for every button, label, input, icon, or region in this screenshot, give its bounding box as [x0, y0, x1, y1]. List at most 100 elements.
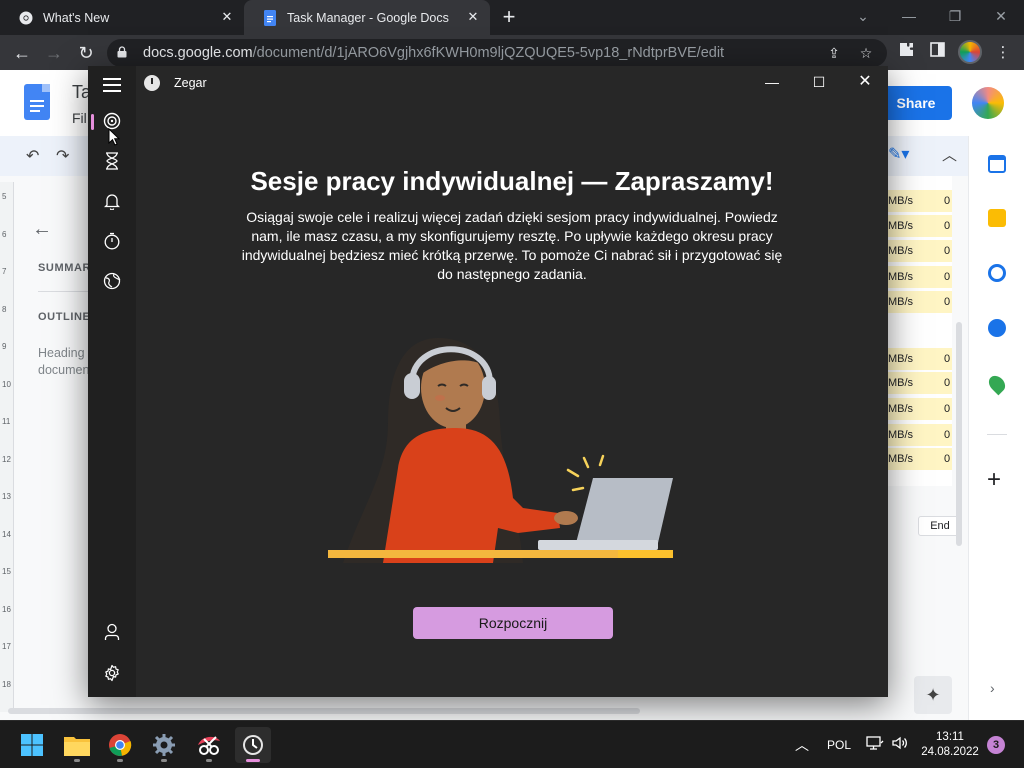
windows-start-icon[interactable]: [14, 727, 50, 763]
rate-unit: MB/s: [888, 453, 914, 465]
share-page-icon[interactable]: ⇪: [825, 44, 843, 62]
collapse-menus-icon[interactable]: ︿: [942, 144, 957, 165]
close-window-icon[interactable]: ✕: [978, 4, 1024, 28]
clock-app-window: Zegar — ☐ ✕ Sesje pracy indywidualnej — …: [88, 66, 888, 697]
settings-app-icon[interactable]: [146, 727, 182, 763]
stopwatch-icon[interactable]: [102, 231, 122, 251]
snipping-tool-icon[interactable]: [191, 727, 227, 763]
undo-icon[interactable]: ↶: [26, 146, 39, 166]
table-row: MB/s 0: [888, 240, 952, 262]
expand-panel-icon[interactable]: ›: [990, 680, 995, 696]
editing-mode-icon[interactable]: ✎▾: [888, 144, 909, 164]
language-indicator[interactable]: POL: [827, 738, 851, 752]
vertical-ruler: 5 6 7 8 9 10 11 12 13 14 15 16 17 18: [0, 182, 14, 712]
timer-icon[interactable]: [102, 151, 122, 171]
minimize-icon[interactable]: —: [886, 4, 932, 28]
back-icon[interactable]: ←: [11, 42, 33, 64]
account-avatar[interactable]: [972, 87, 1004, 119]
close-window-icon[interactable]: ✕: [850, 72, 880, 92]
tab-whats-new[interactable]: What's New ✕: [0, 0, 244, 35]
close-tab-icon[interactable]: ✕: [220, 10, 234, 24]
clock-nav-rail: [88, 66, 136, 697]
tab-title: Task Manager - Google Docs: [287, 10, 449, 25]
rate-value: 0: [944, 453, 951, 465]
maps-icon[interactable]: [985, 372, 1009, 396]
reload-icon[interactable]: ↻: [75, 42, 97, 64]
chrome-app-icon[interactable]: [102, 727, 138, 763]
network-icon[interactable]: [866, 734, 884, 755]
address-bar[interactable]: docs.google.com/document/d/1jARO6Vgjhx6f…: [107, 39, 887, 67]
active-nav-indicator: [91, 114, 94, 130]
table-row: MB/s 0: [888, 424, 952, 446]
contacts-icon[interactable]: [988, 319, 1006, 337]
file-explorer-icon[interactable]: [59, 727, 95, 763]
volume-icon[interactable]: [891, 734, 909, 755]
table-row: MB/s 0: [888, 266, 952, 288]
ruler-mark: 6: [2, 229, 7, 239]
show-hidden-icons[interactable]: ︿: [795, 735, 809, 755]
profile-avatar[interactable]: [958, 40, 982, 64]
calendar-icon[interactable]: [988, 155, 1006, 173]
outline-label: OUTLINE: [38, 311, 91, 323]
ruler-mark: 18: [2, 679, 11, 689]
ruler-mark: 16: [2, 604, 11, 614]
system-clock[interactable]: 13:11 24.08.2022: [918, 730, 982, 760]
tasks-icon[interactable]: [988, 264, 1006, 282]
intro-description: Osiągaj swoje cele i realizuj więcej zad…: [241, 209, 783, 282]
browser-tab-strip: What's New ✕ Task Manager - Google Docs …: [0, 0, 1024, 35]
document-outline-panel: ← SUMMAR OUTLINE Heading documen: [14, 182, 98, 712]
divider: [987, 434, 1007, 435]
new-tab-button[interactable]: +: [500, 6, 518, 28]
restore-icon[interactable]: ❐: [932, 4, 978, 28]
share-button[interactable]: Share: [880, 86, 952, 120]
side-panel-icon[interactable]: [926, 42, 948, 64]
ruler-mark: 9: [2, 342, 7, 351]
horizontal-scrollbar[interactable]: [8, 708, 640, 714]
settings-gear-icon[interactable]: [102, 663, 122, 683]
clock-title-bar: Zegar — ☐ ✕: [88, 66, 888, 98]
ruler-mark: 14: [2, 529, 11, 539]
clock-date: 24.08.2022: [921, 746, 979, 758]
outline-hint: documen: [38, 363, 90, 377]
account-icon[interactable]: [102, 622, 122, 642]
tab-task-manager-docs[interactable]: Task Manager - Google Docs ✕: [244, 0, 490, 35]
ruler-mark: 17: [2, 642, 11, 651]
start-session-button[interactable]: Rozpocznij: [413, 607, 613, 639]
table-row: MB/s 0: [888, 448, 952, 470]
focus-session-illustration: [328, 338, 673, 563]
world-clock-icon[interactable]: [102, 271, 122, 291]
rate-value: 0: [944, 245, 951, 257]
explore-icon[interactable]: ✦: [914, 676, 952, 714]
notification-badge[interactable]: 3: [987, 736, 1005, 754]
rate-value: 0: [944, 377, 951, 389]
clock-taskbar-icon[interactable]: [235, 727, 271, 763]
ruler-mark: 10: [2, 379, 11, 389]
minimize-icon[interactable]: —: [757, 72, 787, 92]
rate-value: 0: [944, 296, 951, 308]
rate-unit: MB/s: [888, 271, 914, 283]
document-table: MB/s 0 MB/s 0 MB/s 0 MB/s 0 MB/s 0 MB/s 0 MB/s 0 MB/s 0…: [888, 176, 952, 486]
chrome-icon: [18, 10, 34, 26]
workspace-side-panel: + ›: [968, 136, 1024, 720]
redo-icon[interactable]: ↷: [56, 146, 69, 166]
docs-logo-icon[interactable]: [24, 84, 50, 120]
page-title: Sesje pracy indywidualnej — Zapraszamy!: [250, 166, 774, 196]
file-menu[interactable]: Fil: [72, 110, 87, 126]
add-addon-icon[interactable]: +: [987, 466, 1001, 494]
rate-value: 0: [944, 429, 951, 441]
google-docs-icon: [262, 9, 278, 26]
close-tab-icon[interactable]: ✕: [466, 10, 480, 24]
alarm-icon[interactable]: [102, 191, 122, 211]
maximize-icon[interactable]: ☐: [804, 72, 834, 92]
forward-icon[interactable]: →: [43, 42, 65, 64]
extensions-icon[interactable]: [895, 42, 917, 64]
keep-icon[interactable]: [988, 209, 1006, 227]
back-arrow-icon[interactable]: ←: [32, 218, 52, 241]
more-menu-icon[interactable]: ⋮: [992, 42, 1014, 64]
tab-search-icon[interactable]: ⌄: [840, 4, 886, 28]
ruler-mark: 5: [2, 192, 7, 201]
windows-taskbar: ︿ POL 13:11 24.08.2022 3: [0, 720, 1024, 768]
vertical-scrollbar[interactable]: [956, 322, 962, 546]
mouse-cursor-icon: [108, 127, 121, 151]
bookmark-star-icon[interactable]: ☆: [857, 44, 875, 62]
